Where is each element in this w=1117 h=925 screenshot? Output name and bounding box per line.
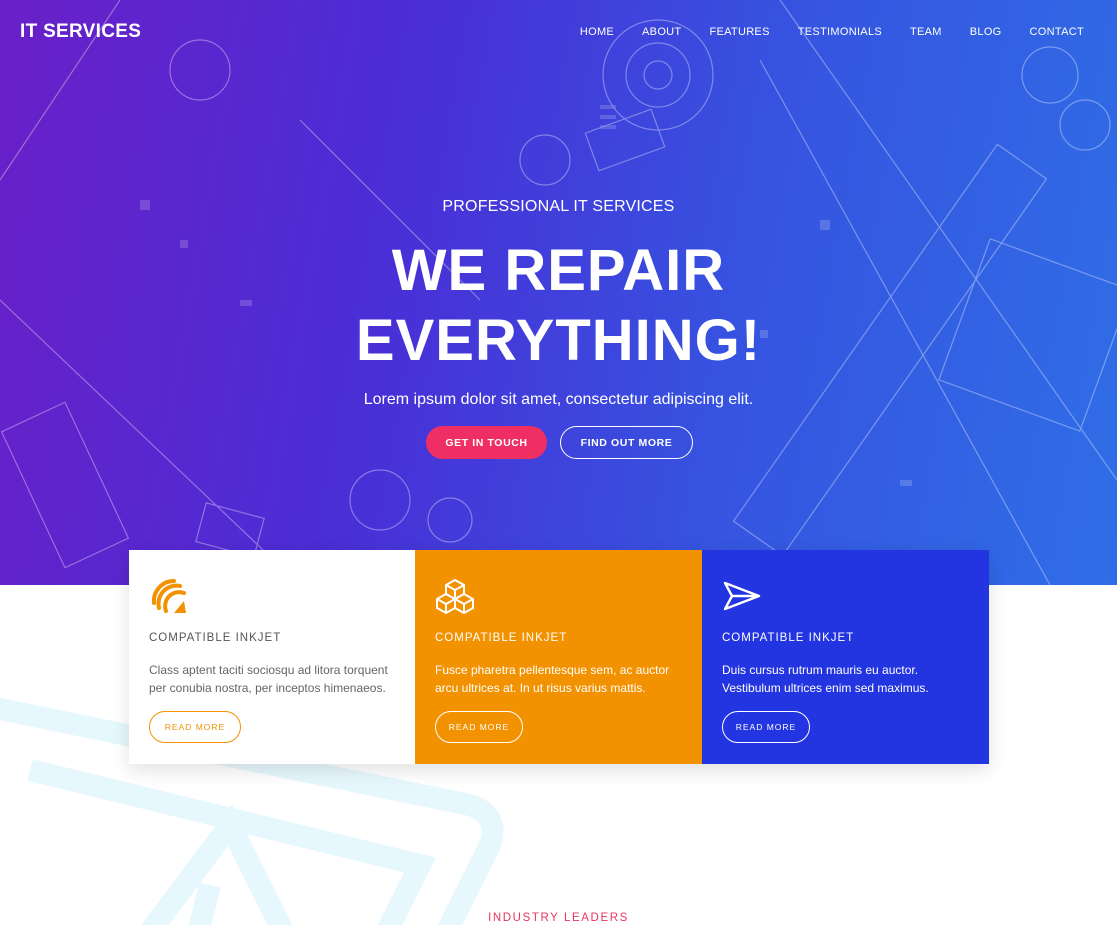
feature-card-text: Fusce pharetra pellentesque sem, ac auct… xyxy=(435,663,670,695)
feature-card-text: Class aptent taciti sociosqu ad litora t… xyxy=(149,663,388,695)
feature-card-text: Duis cursus rutrum mauris eu auctor. Ves… xyxy=(722,663,929,695)
nav-item-about[interactable]: ABOUT xyxy=(642,26,681,38)
read-more-button[interactable]: READ MORE xyxy=(722,711,810,743)
nav-item-team[interactable]: TEAM xyxy=(910,26,942,38)
nav-item-blog[interactable]: BLOG xyxy=(970,26,1002,38)
signal-wave-icon xyxy=(151,578,186,613)
feature-card-1: COMPATIBLE INKJET Class aptent taciti so… xyxy=(129,550,415,764)
feature-cards: COMPATIBLE INKJET Class aptent taciti so… xyxy=(129,550,989,764)
hero-subtext: Lorem ipsum dolor sit amet, consectetur … xyxy=(363,391,754,408)
hero-headline-line1: WE REPAIR xyxy=(391,238,726,303)
nav-item-contact[interactable]: CONTACT xyxy=(1030,26,1084,38)
read-more-button[interactable]: READ MORE xyxy=(435,711,523,743)
section-eyebrow: INDUSTRY LEADERS xyxy=(488,912,629,924)
feature-card-3: COMPATIBLE INKJET Duis cursus rutrum mau… xyxy=(702,550,989,764)
site-logo[interactable]: IT SERVICES xyxy=(20,21,141,43)
hero-eyebrow: PROFESSIONAL IT SERVICES xyxy=(442,198,675,215)
main-nav: HOME ABOUT FEATURES TESTIMONIALS TEAM BL… xyxy=(552,26,1084,38)
read-more-button[interactable]: READ MORE xyxy=(149,711,241,743)
feature-card-2: COMPATIBLE INKJET Fusce pharetra pellent… xyxy=(415,550,702,764)
get-in-touch-button[interactable]: GET IN TOUCH xyxy=(426,426,547,459)
hero-section: IT SERVICES HOME ABOUT FEATURES TESTIMON… xyxy=(0,0,1117,585)
boxes-icon xyxy=(436,579,474,614)
feature-card-title: COMPATIBLE INKJET xyxy=(435,632,568,644)
feature-card-title: COMPATIBLE INKJET xyxy=(722,632,855,644)
paper-plane-icon xyxy=(723,581,761,611)
nav-item-features[interactable]: FEATURES xyxy=(709,26,769,38)
feature-card-title: COMPATIBLE INKJET xyxy=(149,632,282,644)
hero-headline: WE REPAIR EVERYTHING! xyxy=(0,236,1117,376)
find-out-more-button[interactable]: FIND OUT MORE xyxy=(560,426,693,459)
hero-headline-line2: EVERYTHING! xyxy=(355,308,762,373)
nav-item-testimonials[interactable]: TESTIMONIALS xyxy=(798,26,882,38)
nav-item-home[interactable]: HOME xyxy=(580,26,614,38)
